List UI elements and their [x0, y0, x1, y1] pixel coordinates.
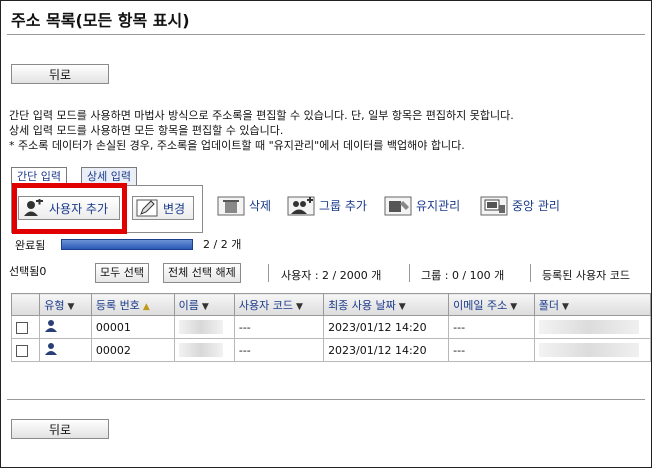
back-button-top[interactable]: 뒤로 — [11, 64, 109, 84]
maintenance-label: 유지관리 — [416, 199, 461, 213]
trash-icon — [217, 196, 245, 216]
header-last-used-label: 최종 사용 날짜 — [328, 298, 396, 312]
header-email-label: 이메일 주소 — [453, 298, 508, 312]
name-cell — [173, 315, 235, 339]
last-used-cell: 2023/01/12 14:20 — [323, 315, 450, 339]
info-line-3: * 주소록 데이터가 손실된 경우, 주소록을 업데이트할 때 "유지관리"에서… — [9, 139, 465, 152]
edit-button[interactable]: 변경 — [132, 196, 194, 220]
pencil-icon — [136, 199, 158, 217]
email-cell: --- — [448, 315, 535, 339]
row-checkbox-cell — [10, 338, 41, 362]
user-code-cell: --- — [233, 315, 325, 339]
folder-cell — [533, 315, 651, 339]
user-code-cell: --- — [233, 338, 325, 362]
name-redacted — [178, 343, 223, 357]
info-line-1: 간단 입력 모드를 사용하면 마법사 방식으로 주소록을 편집할 수 있습니다.… — [9, 109, 514, 122]
central-management-button[interactable]: 중앙 관리 — [480, 193, 572, 219]
bottom-divider — [7, 399, 645, 400]
header-name[interactable]: 이름 ▼ — [173, 293, 235, 316]
address-table: 유형 ▼ 등록 번호 ▲ 이름 ▼ 사용자 코드 ▼ 최종 사용 날짜 ▼ 이메일 주소 ▼… — [10, 293, 651, 362]
maintenance-icon — [384, 196, 412, 216]
last-used-cell: 2023/01/12 14:20 — [323, 338, 450, 362]
row-checkbox[interactable] — [16, 344, 28, 357]
central-management-label: 중앙 관리 — [512, 199, 560, 213]
separator — [530, 264, 531, 282]
header-user-code-label: 사용자 코드 — [238, 298, 293, 312]
select-all-button[interactable]: 모두 선택 — [95, 263, 149, 283]
central-management-icon — [480, 196, 508, 216]
sort-down-icon: ▼ — [295, 301, 303, 312]
header-folder-label: 폴더 — [538, 298, 559, 312]
table-row[interactable]: 00002 --- 2023/01/12 14:20 --- — [10, 338, 651, 362]
progress-label: 완료됨 — [15, 239, 46, 252]
separator — [268, 264, 269, 282]
separator — [409, 264, 410, 282]
delete-label: 삭제 — [249, 199, 272, 213]
address-list-window: 주소 목록(모든 항목 표시) 뒤로 간단 입력 모드를 사용하면 마법사 방식… — [0, 0, 652, 468]
header-folder[interactable]: 폴더 ▼ — [533, 293, 651, 316]
header-type[interactable]: 유형 ▼ — [39, 293, 92, 316]
reg-no-cell: 00001 — [90, 315, 175, 339]
page-title: 주소 목록(모든 항목 표시) — [11, 11, 190, 30]
edit-label: 변경 — [163, 202, 186, 216]
folder-redacted — [538, 343, 639, 357]
selected-count: 선택됨0 — [9, 265, 47, 278]
name-redacted — [178, 320, 223, 334]
sort-down-icon: ▼ — [562, 301, 569, 312]
add-group-icon — [287, 196, 315, 216]
registered-user-code-label: 등록된 사용자 코드 — [542, 269, 630, 282]
add-group-label: 그룹 추가 — [319, 199, 367, 213]
sort-down-icon: ▼ — [398, 301, 406, 312]
maintenance-button[interactable]: 유지관리 — [384, 193, 472, 219]
add-group-button[interactable]: 그룹 추가 — [287, 193, 377, 219]
header-reg-no-label: 등록 번호 — [95, 298, 140, 312]
title-divider — [7, 34, 645, 35]
table-row[interactable]: 00001 --- 2023/01/12 14:20 --- — [10, 315, 651, 339]
name-cell — [173, 338, 235, 362]
table-header-row: 유형 ▼ 등록 번호 ▲ 이름 ▼ 사용자 코드 ▼ 최종 사용 날짜 ▼ 이메일 주소 ▼… — [10, 293, 651, 316]
info-line-2: 상세 입력 모드를 사용하면 모든 항목을 편집할 수 있습니다. — [9, 124, 284, 137]
progress-bar — [61, 239, 193, 250]
header-email[interactable]: 이메일 주소 ▼ — [448, 293, 535, 316]
header-type-label: 유형 — [44, 298, 65, 312]
header-name-label: 이름 — [178, 298, 199, 312]
sort-down-icon: ▼ — [510, 301, 518, 312]
delete-button[interactable]: 삭제 — [217, 193, 279, 219]
header-user-code[interactable]: 사용자 코드 ▼ — [233, 293, 325, 316]
type-cell — [39, 315, 92, 339]
user-icon — [45, 320, 58, 332]
back-button-bottom[interactable]: 뒤로 — [11, 419, 109, 439]
type-cell — [39, 338, 92, 362]
reg-no-cell: 00002 — [90, 338, 175, 362]
sort-down-icon: ▼ — [67, 301, 75, 312]
email-cell: --- — [448, 338, 535, 362]
clear-selection-button[interactable]: 전체 선택 해제 — [163, 263, 241, 283]
sort-down-icon: ▼ — [201, 301, 209, 312]
user-icon — [45, 343, 58, 355]
group-count: 그룹 : 0 / 100 개 — [421, 269, 505, 282]
row-checkbox[interactable] — [16, 321, 28, 334]
progress-fill — [62, 240, 192, 249]
highlight-box — [12, 183, 127, 234]
header-last-used[interactable]: 최종 사용 날짜 ▼ — [323, 293, 450, 316]
row-checkbox-cell — [10, 315, 41, 339]
sort-up-icon: ▲ — [142, 301, 150, 312]
folder-cell — [533, 338, 651, 362]
user-count: 사용자 : 2 / 2000 개 — [281, 269, 382, 282]
folder-redacted — [538, 320, 639, 334]
info-text: 간단 입력 모드를 사용하면 마법사 방식으로 주소록을 편집할 수 있습니다.… — [9, 108, 514, 153]
progress-count: 2 / 2 개 — [203, 238, 242, 251]
header-reg-no[interactable]: 등록 번호 ▲ — [90, 293, 175, 316]
header-checkbox — [10, 293, 41, 316]
